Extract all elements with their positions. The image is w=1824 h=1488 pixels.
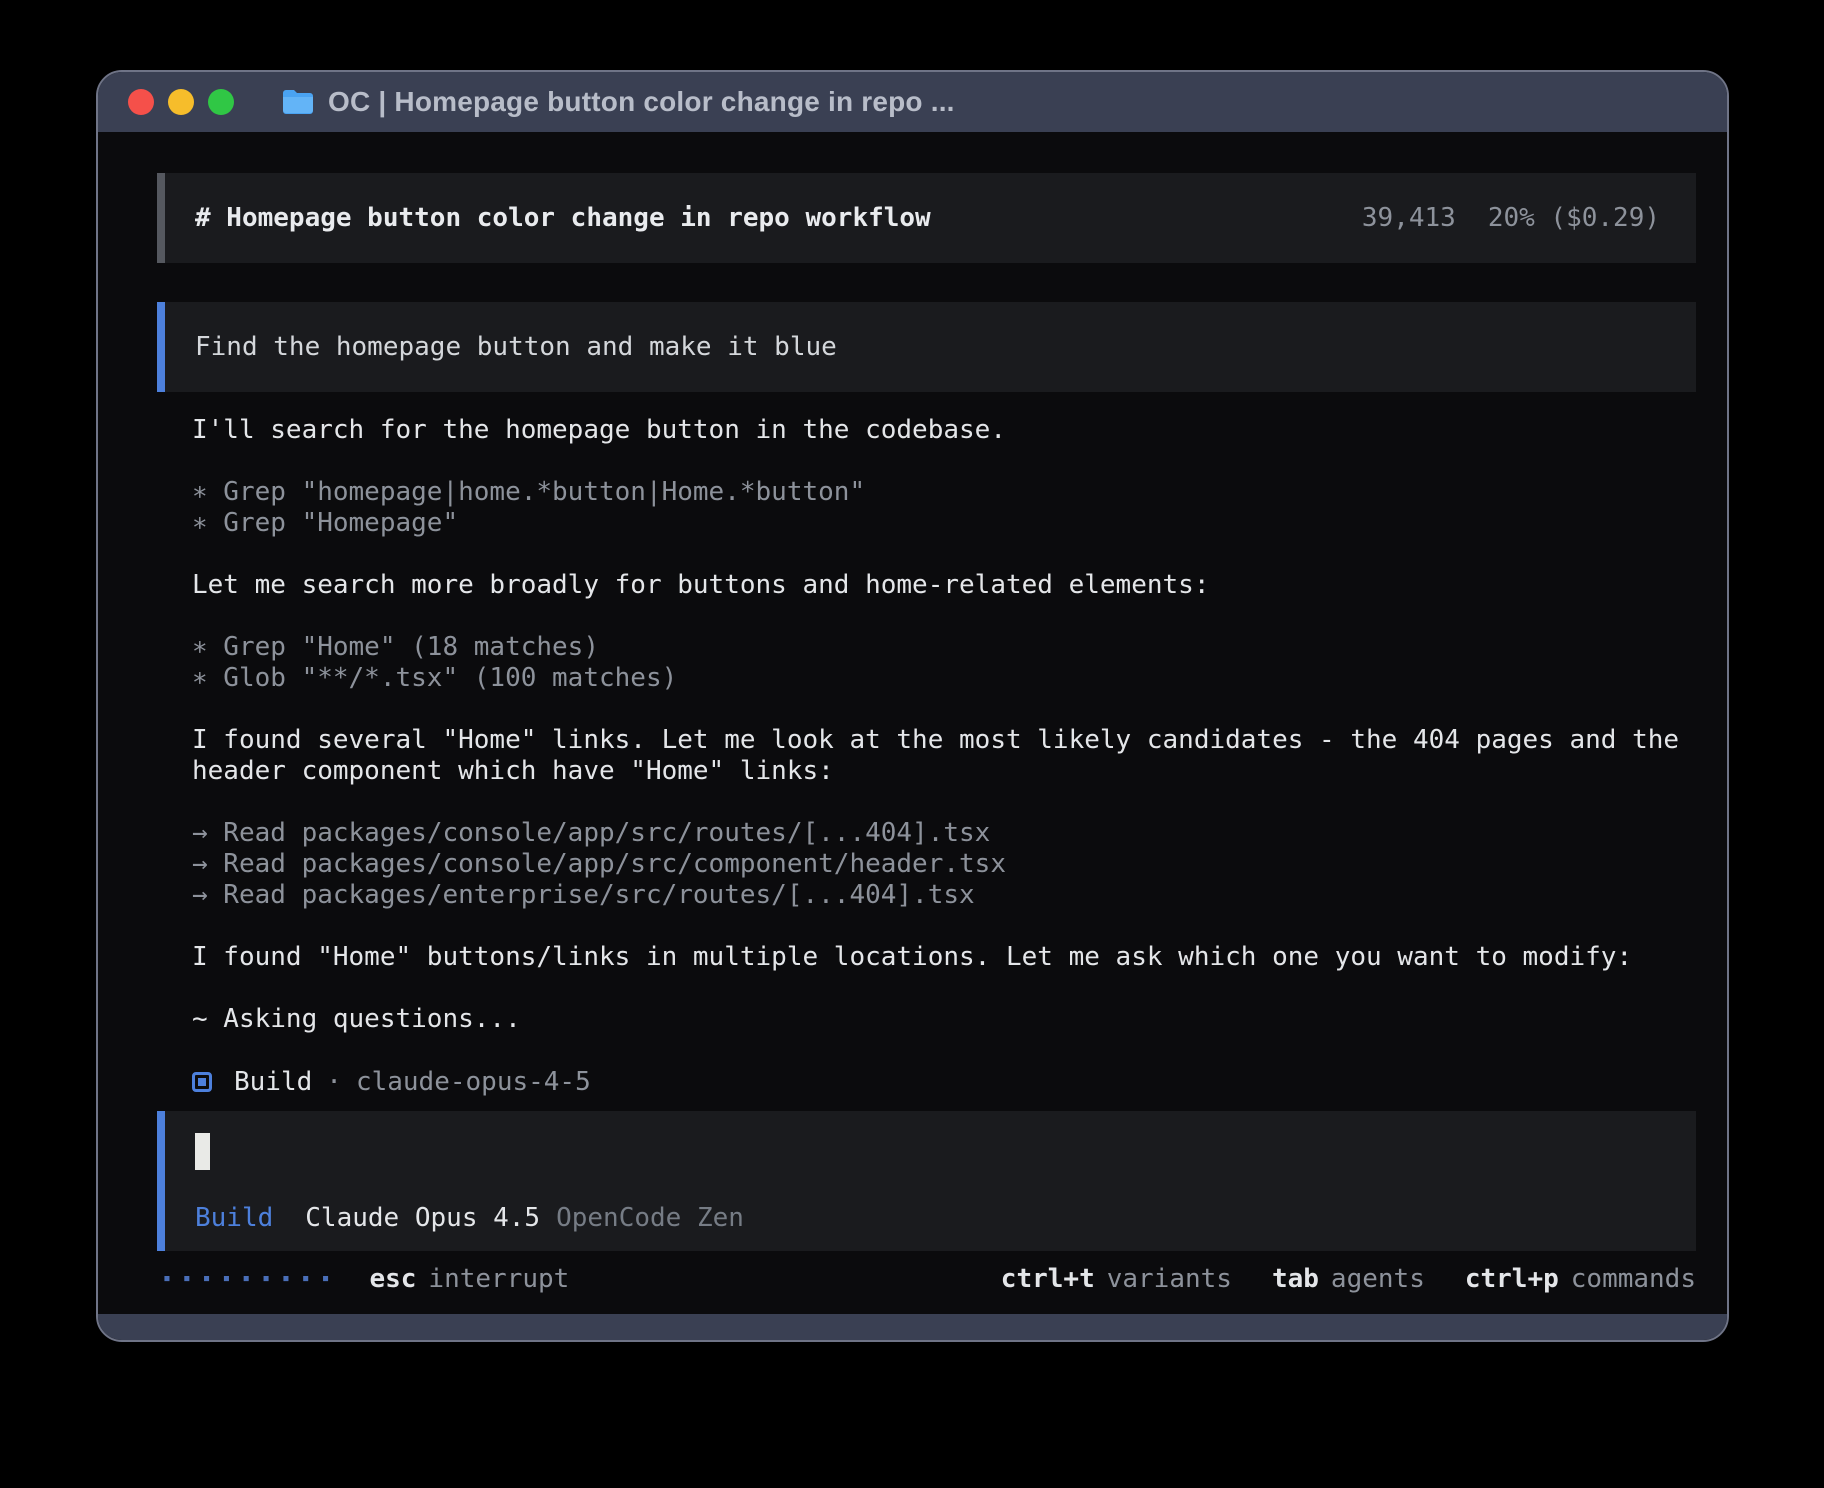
token-count: 39,413 (1362, 203, 1456, 233)
session-view: # Homepage button color change in repo w… (98, 132, 1727, 1314)
window-title: OC | Homepage button color change in rep… (328, 86, 955, 118)
agent-separator: · (326, 1067, 342, 1097)
interrupt-label: interrupt (428, 1264, 569, 1294)
tool-call-glob: ∗ Glob "**/*.tsx" (100 matches) (192, 663, 1696, 694)
shortcut-agents: tab agents (1272, 1264, 1425, 1294)
statusbar-left: ▪▪▪▪▪▪▪▪▪ esc interrupt (163, 1264, 569, 1294)
statusbar: ▪▪▪▪▪▪▪▪▪ esc interrupt ctrl+t variants … (157, 1263, 1696, 1294)
terminal-window: OC | Homepage button color change in rep… (96, 70, 1729, 1342)
shortcut-commands: ctrl+p commands (1465, 1264, 1696, 1294)
agent-badge: Build · claude-opus-4-5 (192, 1066, 1696, 1097)
variants-label: variants (1107, 1264, 1232, 1294)
user-message: Find the homepage button and make it blu… (157, 302, 1696, 392)
context-usage: 20% ($0.29) (1488, 203, 1660, 233)
session-header: # Homepage button color change in repo w… (157, 173, 1696, 263)
tool-call-grep: ∗ Grep "homepage|home.*button|Home.*butt… (192, 477, 1696, 508)
titlebar: OC | Homepage button color change in rep… (98, 72, 1727, 132)
tool-call-grep: ∗ Grep "Homepage" (192, 508, 1696, 539)
esc-key: esc (369, 1264, 416, 1294)
assistant-status: ~ Asking questions... (192, 1004, 1696, 1035)
session-stats: 39,413 20% ($0.29) (1362, 203, 1660, 233)
folder-icon (282, 89, 314, 115)
user-message-text: Find the homepage button and make it blu… (195, 332, 837, 362)
traffic-lights (128, 89, 234, 115)
spinner-dots: ▪▪▪▪▪▪▪▪▪ (163, 1271, 341, 1286)
assistant-text: I'll search for the homepage button in t… (192, 415, 1696, 446)
tool-call-read: → Read packages/console/app/src/routes/[… (192, 818, 1696, 849)
provider-name: OpenCode Zen (556, 1203, 744, 1233)
tool-call-read: → Read packages/console/app/src/componen… (192, 849, 1696, 880)
window-bottom-edge (98, 1314, 1727, 1340)
build-agent-icon (192, 1072, 212, 1092)
agents-label: agents (1331, 1264, 1425, 1294)
input-status-row: Build Claude Opus 4.5 OpenCode Zen (195, 1203, 1666, 1233)
agent-name: Build (234, 1067, 312, 1097)
minimize-button[interactable] (168, 89, 194, 115)
tab-key: tab (1272, 1264, 1319, 1294)
shortcut-variants: ctrl+t variants (1001, 1264, 1232, 1294)
tool-call-read: → Read packages/enterprise/src/routes/[.… (192, 880, 1696, 911)
ctrl-p-key: ctrl+p (1465, 1264, 1559, 1294)
assistant-text: I found several "Home" links. Let me loo… (192, 725, 1696, 787)
tool-call-grep: ∗ Grep "Home" (18 matches) (192, 632, 1696, 663)
prompt-input[interactable]: Build Claude Opus 4.5 OpenCode Zen (157, 1111, 1696, 1251)
assistant-text: Let me search more broadly for buttons a… (192, 570, 1696, 601)
session-title: # Homepage button color change in repo w… (195, 203, 931, 233)
agent-model: claude-opus-4-5 (356, 1067, 591, 1097)
statusbar-right: ctrl+t variants tab agents ctrl+p comman… (1001, 1264, 1696, 1294)
close-button[interactable] (128, 89, 154, 115)
commands-label: commands (1571, 1264, 1696, 1294)
mode-label: Build (195, 1203, 273, 1233)
ctrl-t-key: ctrl+t (1001, 1264, 1095, 1294)
conversation: I'll search for the homepage button in t… (157, 415, 1696, 1097)
assistant-text: I found "Home" buttons/links in multiple… (192, 942, 1696, 973)
zoom-button[interactable] (208, 89, 234, 115)
text-cursor (195, 1133, 210, 1170)
model-name: Claude Opus 4.5 (305, 1203, 540, 1233)
